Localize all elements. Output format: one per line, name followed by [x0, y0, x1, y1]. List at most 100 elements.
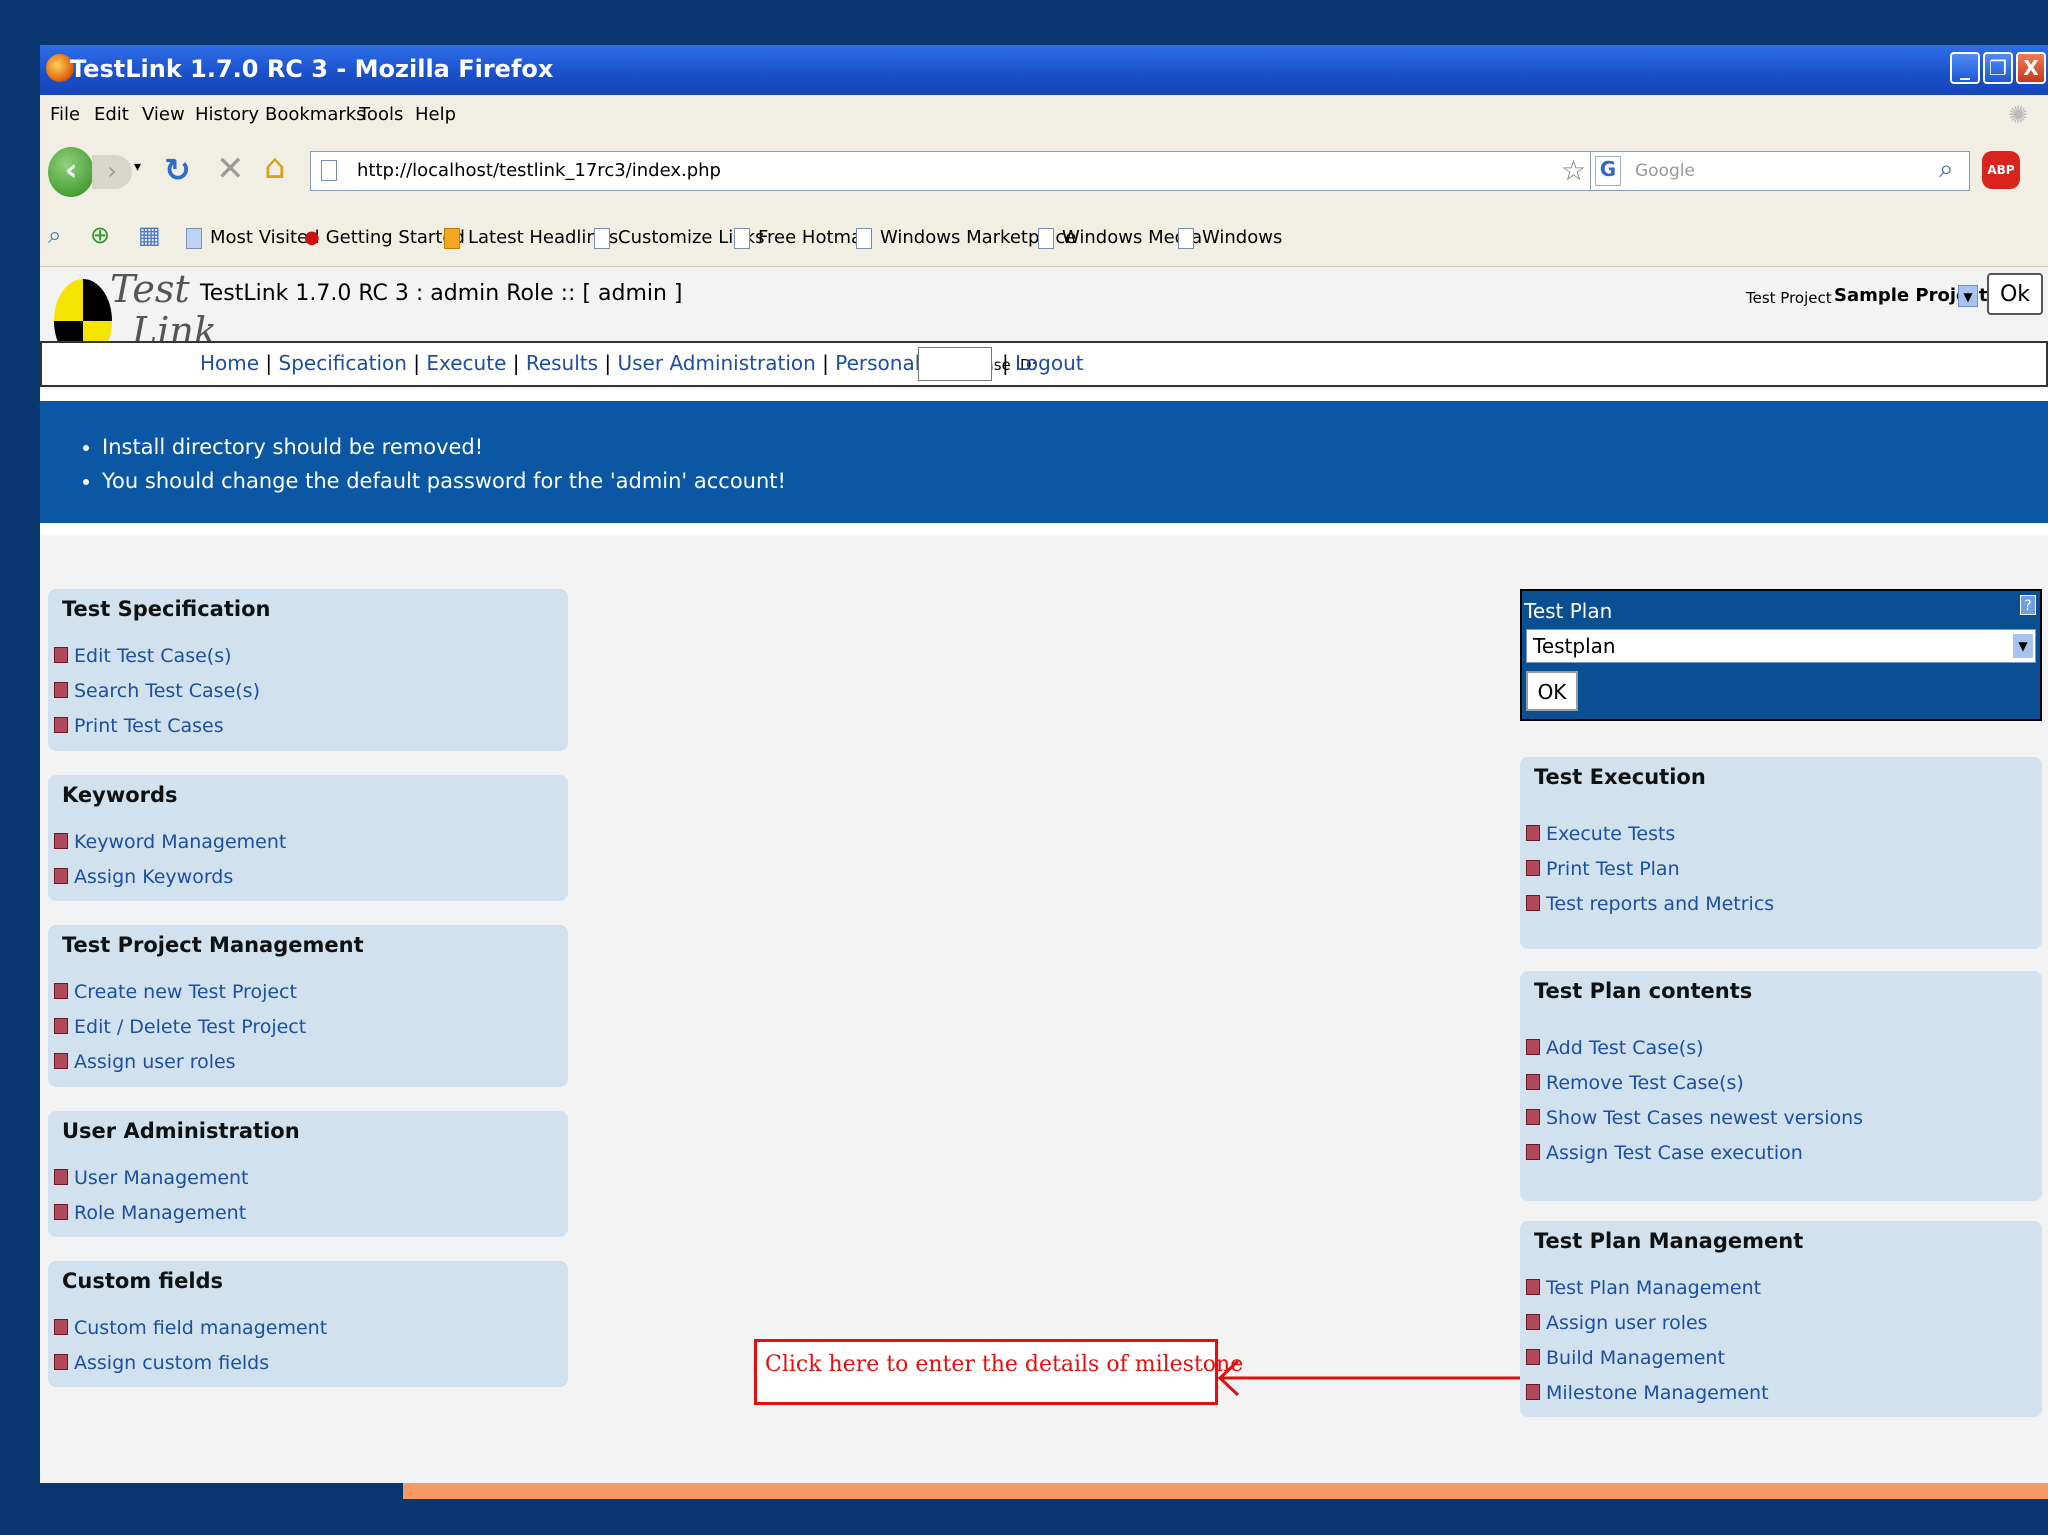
panel-test-plan-management: Test Plan Management Test Plan Managemen… — [1520, 1221, 2042, 1417]
panel-test-project-management: Test Project Management Create new Test … — [48, 925, 568, 1087]
nav-personal[interactable]: Personal — [835, 351, 920, 375]
link-edit-test-cases[interactable]: Edit Test Case(s) — [54, 645, 232, 667]
find-icon[interactable]: ⌕ — [48, 221, 61, 249]
nav-specification[interactable]: Specification — [279, 351, 407, 375]
panel-keywords: Keywords Keyword Management Assign Keywo… — [48, 775, 568, 901]
menu-view[interactable]: View — [142, 104, 185, 125]
panel-title: Custom fields — [62, 1269, 224, 1293]
link-add-test-cases[interactable]: Add Test Case(s) — [1526, 1037, 1704, 1059]
warning-notices: Install directory should be removed! You… — [40, 401, 2048, 523]
panel-test-execution: Test Execution Execute Tests Print Test … — [1520, 757, 2042, 949]
google-engine-icon[interactable]: G — [1595, 156, 1621, 186]
notice-item: You should change the default password f… — [102, 469, 2048, 493]
panel-title: User Administration — [62, 1119, 300, 1143]
testcase-id-input[interactable] — [918, 347, 992, 381]
notice-item: Install directory should be removed! — [102, 435, 2048, 459]
link-execute-tests[interactable]: Execute Tests — [1526, 823, 1675, 845]
search-box[interactable]: G Google ⌕ — [1590, 151, 1970, 191]
link-build-management[interactable]: Build Management — [1526, 1347, 1725, 1369]
adblock-icon[interactable]: ABP — [1982, 151, 2020, 189]
bookmark-windows[interactable]: Windows — [1178, 227, 1282, 249]
link-assign-test-case-execution[interactable]: Assign Test Case execution — [1526, 1142, 1803, 1164]
nav-user-administration[interactable]: User Administration — [618, 351, 816, 375]
address-bar[interactable]: http://localhost/testlink_17rc3/index.ph… — [310, 151, 1620, 191]
testlink-nav: Home | Specification | Execute | Results… — [40, 341, 2048, 387]
title-bar: TestLink 1.7.0 RC 3 - Mozilla Firefox _ … — [40, 45, 2048, 95]
menu-tools[interactable]: Tools — [359, 104, 403, 125]
bookmark-star-icon[interactable]: ☆ — [1561, 154, 1586, 187]
close-window-button[interactable]: X — [2016, 52, 2046, 84]
panel-title: Test Execution — [1534, 765, 1706, 789]
test-plan-ok-button[interactable]: OK — [1526, 671, 1578, 711]
annotation-arrow — [1217, 1359, 1520, 1397]
project-ok-button[interactable]: Ok — [1987, 273, 2043, 315]
header-title: TestLink 1.7.0 RC 3 : admin Role :: [ ad… — [200, 281, 683, 306]
minimize-button[interactable]: _ — [1950, 52, 1980, 84]
window-title: TestLink 1.7.0 RC 3 - Mozilla Firefox — [70, 55, 554, 83]
chevron-down-icon[interactable]: ▼ — [2013, 634, 2033, 658]
link-create-test-project[interactable]: Create new Test Project — [54, 981, 297, 1003]
add-bookmark-icon[interactable]: ⊕ — [90, 221, 110, 249]
bookmark-getting-started[interactable]: ● Getting Started — [304, 227, 465, 248]
search-icon[interactable]: ⌕ — [1939, 154, 1954, 185]
reload-icon[interactable]: ↻ — [164, 151, 191, 189]
panel-title: Test Project Management — [62, 933, 364, 957]
menu-help[interactable]: Help — [415, 104, 456, 125]
nav-logout[interactable]: Logout — [1015, 351, 1083, 375]
panel-user-administration: User Administration User Management Role… — [48, 1111, 568, 1237]
link-print-test-plan[interactable]: Print Test Plan — [1526, 858, 1680, 880]
menu-history[interactable]: History — [195, 104, 259, 125]
link-assign-keywords[interactable]: Assign Keywords — [54, 866, 233, 888]
test-plan-select[interactable]: Testplan ▼ — [1526, 629, 2036, 663]
link-keyword-management[interactable]: Keyword Management — [54, 831, 286, 853]
bookmark-latest-headlines[interactable]: Latest Headlines — [444, 227, 618, 249]
panel-custom-fields: Custom fields Custom field management As… — [48, 1261, 568, 1387]
slide-accent-bar — [403, 1483, 2048, 1499]
restore-button[interactable]: ❐ — [1983, 52, 2013, 84]
history-dropdown-icon[interactable]: ▾ — [134, 159, 141, 175]
page-icon — [321, 160, 337, 181]
link-search-test-cases[interactable]: Search Test Case(s) — [54, 680, 260, 702]
nav-home[interactable]: Home — [200, 351, 259, 375]
search-placeholder: Google — [1635, 161, 1695, 181]
menu-edit[interactable]: Edit — [94, 104, 129, 125]
panel-title: Test Plan Management — [1534, 1229, 1804, 1253]
panel-title: Test Specification — [62, 597, 271, 621]
throbber-icon: ✺ — [2008, 101, 2029, 129]
menu-file[interactable]: File — [50, 104, 80, 125]
link-print-test-cases[interactable]: Print Test Cases — [54, 715, 224, 737]
link-assign-custom-fields[interactable]: Assign custom fields — [54, 1352, 269, 1374]
stop-icon[interactable]: ✕ — [216, 149, 245, 189]
forward-button[interactable]: › — [92, 155, 132, 189]
bookmark-free-hotmail[interactable]: Free Hotmail — [734, 227, 872, 249]
link-role-management[interactable]: Role Management — [54, 1202, 246, 1224]
link-milestone-management[interactable]: Milestone Management — [1526, 1382, 1769, 1404]
browser-window: TestLink 1.7.0 RC 3 - Mozilla Firefox _ … — [40, 45, 2048, 1483]
menu-bar: File Edit View History Bookmarks Tools H… — [40, 95, 2048, 137]
logo-text-top: Test — [110, 267, 190, 311]
home-icon[interactable]: ⌂ — [264, 147, 286, 187]
link-assign-user-roles[interactable]: Assign user roles — [54, 1051, 236, 1073]
help-icon[interactable]: ? — [2020, 595, 2036, 615]
link-user-management[interactable]: User Management — [54, 1167, 249, 1189]
bookmark-most-visited[interactable]: Most Visited — [186, 227, 320, 249]
navigation-toolbar: ‹ › ▾ ↻ ✕ ⌂ http://localhost/testlink_17… — [40, 137, 2048, 207]
project-dropdown-icon[interactable]: ▼ — [1958, 285, 1978, 307]
link-assign-user-roles-plan[interactable]: Assign user roles — [1526, 1312, 1708, 1334]
bookmarks-toolbar: ⌕ ⊕ ▦ Most Visited ● Getting Started Late… — [40, 207, 2048, 267]
link-test-reports-metrics[interactable]: Test reports and Metrics — [1526, 893, 1774, 915]
back-button[interactable]: ‹ — [48, 147, 94, 197]
nav-execute[interactable]: Execute — [426, 351, 506, 375]
link-test-plan-management[interactable]: Test Plan Management — [1526, 1277, 1761, 1299]
annotation-text: Click here to enter the details of miles… — [765, 1352, 1244, 1377]
project-label: Test Project — [1746, 289, 1832, 307]
panel-test-plan-contents: Test Plan contents Add Test Case(s) Remo… — [1520, 971, 2042, 1201]
link-show-newest-versions[interactable]: Show Test Cases newest versions — [1526, 1107, 1863, 1129]
calendar-icon[interactable]: ▦ — [138, 221, 161, 249]
menu-bookmarks[interactable]: Bookmarks — [265, 104, 366, 125]
link-custom-field-management[interactable]: Custom field management — [54, 1317, 327, 1339]
link-remove-test-cases[interactable]: Remove Test Case(s) — [1526, 1072, 1744, 1094]
nav-results[interactable]: Results — [526, 351, 598, 375]
url-text: http://localhost/testlink_17rc3/index.ph… — [357, 160, 721, 181]
link-edit-delete-test-project[interactable]: Edit / Delete Test Project — [54, 1016, 306, 1038]
